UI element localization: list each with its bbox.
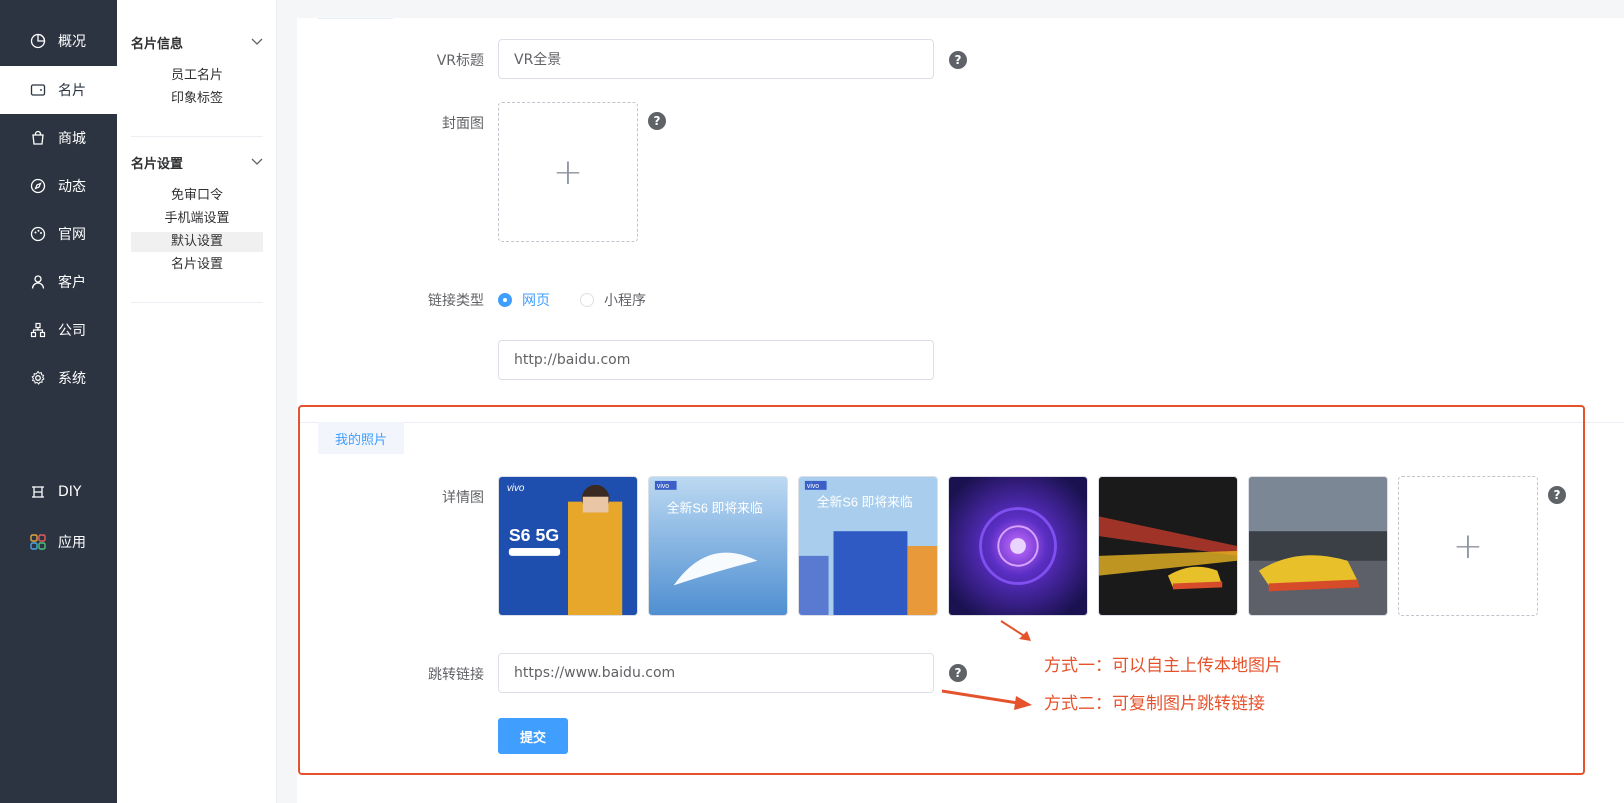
nav-label: 名片 <box>58 83 86 99</box>
vr-title-input[interactable]: VR全景 <box>498 39 934 79</box>
nav-item-card[interactable]: 名片 <box>0 66 117 114</box>
annotation-note-2: 方式二：可复制图片跳转链接 <box>1044 694 1265 714</box>
vr-title-label: VR标题 <box>436 53 484 69</box>
plus-icon: + <box>552 151 584 193</box>
top-divider <box>318 18 393 19</box>
radio-label: 小程序 <box>604 293 646 309</box>
pie-chart-icon <box>30 33 46 49</box>
nav-label: 官网 <box>58 227 86 243</box>
submenu-group-card-info[interactable]: 名片信息 <box>131 33 263 52</box>
submenu-item-default-settings[interactable]: 默认设置 <box>131 232 263 252</box>
nav-item-overview[interactable]: 概况 <box>0 17 117 65</box>
app-root: 概况 名片 商城 动态 官网 客户 公司 系统 DIY 应用 名片信息 员工名片… <box>0 0 1624 803</box>
submenu-group-card-settings[interactable]: 名片设置 <box>131 153 263 172</box>
submenu-item-staff-card[interactable]: 员工名片 <box>131 66 263 86</box>
radio-webpage[interactable]: 网页 <box>498 290 550 310</box>
nav-item-website[interactable]: 官网 <box>0 210 117 258</box>
compass-icon <box>30 178 46 194</box>
nav-label: 公司 <box>58 323 86 339</box>
cover-label: 封面图 <box>442 116 484 132</box>
primary-nav: 概况 名片 商城 动态 官网 客户 公司 系统 DIY 应用 <box>0 0 117 803</box>
help-icon[interactable]: ? <box>648 112 666 130</box>
nav-label: 系统 <box>58 371 86 387</box>
nav-label: DIY <box>58 484 82 500</box>
nav-item-apps[interactable]: 应用 <box>0 518 117 566</box>
radio-miniprogram[interactable]: 小程序 <box>580 290 646 310</box>
org-chart-icon <box>30 322 46 338</box>
help-icon[interactable]: ? <box>949 51 967 69</box>
vr-title-value: VR全景 <box>514 52 562 68</box>
radio-dot <box>580 293 594 307</box>
palette-icon <box>30 226 46 242</box>
radio-label: 网页 <box>522 293 550 309</box>
apps-grid-icon <box>30 534 46 550</box>
submenu-group-title: 名片信息 <box>131 37 184 52</box>
nav-label: 商城 <box>58 131 86 147</box>
cover-upload-button[interactable]: + <box>498 102 638 242</box>
submenu-item-mobile-settings[interactable]: 手机端设置 <box>131 209 263 229</box>
submenu-item-exempt-code[interactable]: 免审口令 <box>131 186 263 206</box>
link-type-label: 链接类型 <box>428 293 484 309</box>
arrow-annotation-2 <box>941 689 1032 710</box>
nav-label: 动态 <box>58 179 86 195</box>
nav-item-feed[interactable]: 动态 <box>0 162 117 210</box>
submenu-item-card-settings[interactable]: 名片设置 <box>131 255 263 275</box>
submenu-group-title: 名片设置 <box>131 157 184 172</box>
url-value: http://baidu.com <box>514 352 631 368</box>
nav-item-customer[interactable]: 客户 <box>0 258 117 306</box>
chevron-down-icon <box>251 35 263 50</box>
nav-label: 应用 <box>58 535 86 551</box>
radio-dot <box>498 293 512 307</box>
annotation-note-1: 方式一：可以自主上传本地图片 <box>1044 656 1282 676</box>
highlight-frame <box>298 405 1585 775</box>
user-icon <box>30 274 46 290</box>
chevron-down-icon <box>251 155 263 170</box>
diy-icon <box>30 484 46 500</box>
submenu-divider <box>131 302 263 303</box>
gear-icon <box>30 370 46 386</box>
nav-label: 概况 <box>58 34 86 50</box>
arrow-annotation-1 <box>1000 620 1031 641</box>
submenu-item-impression-tags[interactable]: 印象标签 <box>131 89 263 109</box>
nav-item-diy[interactable]: DIY <box>0 468 117 516</box>
nav-item-system[interactable]: 系统 <box>0 354 117 402</box>
url-input[interactable]: http://baidu.com <box>498 340 934 380</box>
card-wallet-icon <box>30 82 46 98</box>
nav-item-mall[interactable]: 商城 <box>0 114 117 162</box>
secondary-menu: 名片信息 员工名片 印象标签 名片设置 免审口令 手机端设置 默认设置 名片设置 <box>117 0 277 803</box>
shopping-bag-icon <box>30 130 46 146</box>
submenu-divider <box>131 136 263 137</box>
nav-label: 客户 <box>58 275 86 291</box>
nav-item-company[interactable]: 公司 <box>0 306 117 354</box>
